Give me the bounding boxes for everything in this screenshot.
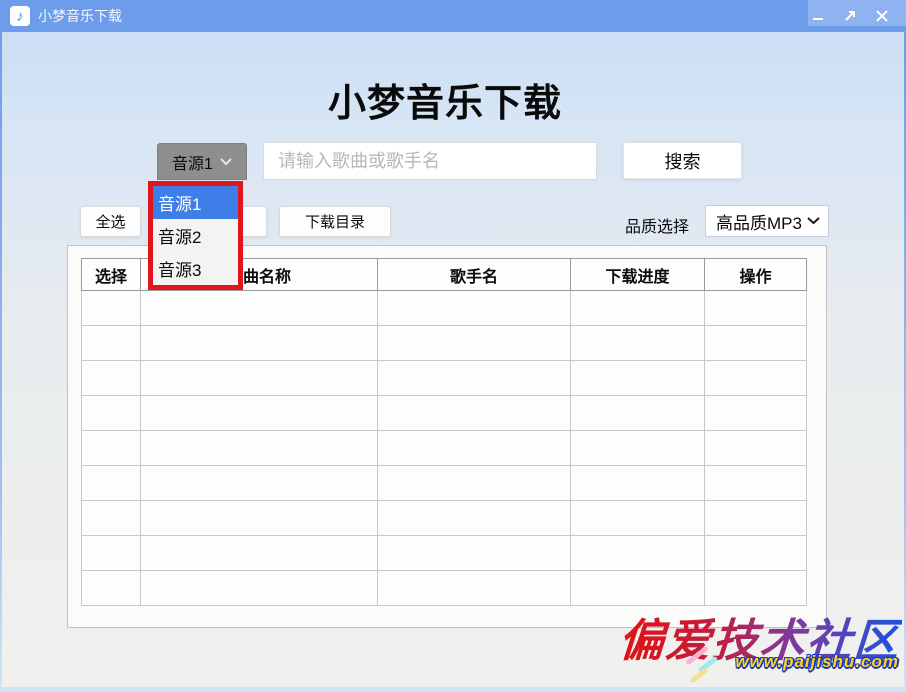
- table-row: [82, 536, 807, 571]
- titlebar: ♪ 小梦音乐下载: [0, 0, 906, 32]
- quality-select[interactable]: 高品质MP3: [705, 205, 829, 237]
- song-table-panel: 选择 歌曲名称 歌手名 下载进度 操作: [67, 245, 827, 628]
- table-cell[interactable]: [82, 536, 141, 571]
- table-cell[interactable]: [705, 571, 807, 606]
- table-cell[interactable]: [571, 501, 705, 536]
- table-cell[interactable]: [571, 326, 705, 361]
- select-all-button[interactable]: 全选: [80, 206, 141, 237]
- table-row: [82, 571, 807, 606]
- table-cell[interactable]: [378, 466, 571, 501]
- table-cell[interactable]: [378, 361, 571, 396]
- table-row: [82, 326, 807, 361]
- table-cell[interactable]: [571, 431, 705, 466]
- table-cell[interactable]: [82, 466, 141, 501]
- table-cell[interactable]: [82, 396, 141, 431]
- selected-cell[interactable]: [82, 291, 141, 326]
- table-cell[interactable]: [571, 361, 705, 396]
- source-option-1[interactable]: 音源1: [153, 186, 238, 219]
- search-button[interactable]: 搜索: [623, 142, 742, 179]
- download-dir-button[interactable]: 下载目录: [279, 206, 391, 237]
- table-cell[interactable]: [705, 396, 807, 431]
- table-cell[interactable]: [378, 396, 571, 431]
- table-cell[interactable]: [141, 431, 378, 466]
- table-cell[interactable]: [705, 326, 807, 361]
- column-header-action[interactable]: 操作: [705, 259, 807, 291]
- table-cell[interactable]: [571, 291, 705, 326]
- table-body: [82, 291, 807, 606]
- table-cell[interactable]: [82, 326, 141, 361]
- quality-select-value: 高品质MP3: [716, 209, 802, 234]
- page-title: 小梦音乐下载: [0, 72, 890, 127]
- window-border-left: [0, 32, 2, 692]
- close-icon[interactable]: [866, 0, 898, 32]
- table-cell[interactable]: [82, 501, 141, 536]
- table-cell[interactable]: [141, 326, 378, 361]
- song-table: 选择 歌曲名称 歌手名 下载进度 操作: [81, 258, 807, 606]
- source-dropdown-value: 音源1: [172, 150, 213, 174]
- table-cell[interactable]: [82, 431, 141, 466]
- table-cell[interactable]: [705, 431, 807, 466]
- table-cell[interactable]: [705, 291, 807, 326]
- table-cell[interactable]: [141, 501, 378, 536]
- quality-label: 品质选择: [625, 213, 689, 237]
- music-note-glyph: ♪: [16, 9, 24, 24]
- table-row: [82, 361, 807, 396]
- table-cell[interactable]: [378, 536, 571, 571]
- table-cell[interactable]: [705, 466, 807, 501]
- table-cell[interactable]: [378, 326, 571, 361]
- table-cell[interactable]: [571, 396, 705, 431]
- app-window: ♪ 小梦音乐下载 小梦音乐下载: [0, 0, 906, 692]
- table-cell[interactable]: [378, 571, 571, 606]
- column-header-progress[interactable]: 下载进度: [571, 259, 705, 291]
- table-cell[interactable]: [141, 361, 378, 396]
- table-cell[interactable]: [705, 361, 807, 396]
- table-cell[interactable]: [705, 501, 807, 536]
- column-header-artist[interactable]: 歌手名: [378, 259, 571, 291]
- source-dropdown-button[interactable]: 音源1: [157, 143, 247, 180]
- maximize-icon[interactable]: [834, 0, 866, 32]
- annotation-red-box: 音源1 音源2 音源3: [148, 181, 243, 290]
- table-row: [82, 431, 807, 466]
- table-cell[interactable]: [378, 291, 571, 326]
- table-row: [82, 291, 807, 326]
- column-header-select[interactable]: 选择: [82, 259, 141, 291]
- chevron-down-icon: [807, 217, 820, 225]
- table-cell[interactable]: [571, 466, 705, 501]
- table-cell[interactable]: [378, 431, 571, 466]
- table-row: [82, 501, 807, 536]
- table-row: [82, 396, 807, 431]
- source-option-2[interactable]: 音源2: [153, 219, 238, 252]
- search-input[interactable]: [263, 142, 597, 180]
- table-row: [82, 466, 807, 501]
- minimize-icon[interactable]: [802, 0, 834, 32]
- table-cell[interactable]: [141, 536, 378, 571]
- table-cell[interactable]: [141, 571, 378, 606]
- table-cell[interactable]: [378, 501, 571, 536]
- watermark-url: www.paijishu.com: [735, 652, 899, 672]
- table-cell[interactable]: [82, 571, 141, 606]
- music-note-icon: ♪: [10, 6, 30, 26]
- table-cell[interactable]: [571, 536, 705, 571]
- table-cell[interactable]: [705, 536, 807, 571]
- chevron-down-icon: [220, 158, 232, 166]
- table-cell[interactable]: [141, 396, 378, 431]
- window-controls: [802, 0, 898, 32]
- table-cell[interactable]: [141, 291, 378, 326]
- table-cell[interactable]: [571, 571, 705, 606]
- source-option-3[interactable]: 音源3: [153, 252, 238, 285]
- window-title: 小梦音乐下载: [38, 6, 122, 26]
- table-cell[interactable]: [82, 361, 141, 396]
- window-border-bottom: [0, 687, 906, 692]
- table-cell[interactable]: [141, 466, 378, 501]
